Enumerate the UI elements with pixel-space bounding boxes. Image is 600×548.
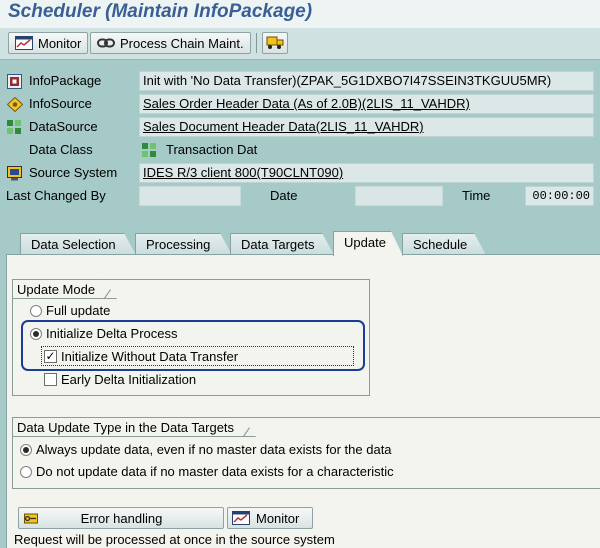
source-system-icon	[7, 166, 22, 184]
highlight-annotation	[21, 320, 365, 371]
tab-processing[interactable]: Processing	[135, 233, 232, 255]
infopackage-label: InfoPackage	[29, 73, 102, 88]
early-delta-checkbox[interactable]	[44, 373, 57, 386]
infopackage-icon	[7, 74, 22, 92]
infosource-row: InfoSource Sales Order Header Data (As o…	[0, 94, 600, 114]
early-delta-option[interactable]: Early Delta Initialization	[44, 372, 196, 387]
transport-button[interactable]	[262, 32, 288, 54]
always-update-option[interactable]: Always update data, even if no master da…	[20, 442, 392, 457]
process-chain-button-label: Process Chain Maint.	[120, 35, 244, 51]
datasource-row: DataSource Sales Document Header Data(2L…	[0, 117, 600, 137]
source-system-label: Source System	[29, 165, 118, 180]
monitor-button[interactable]: Monitor	[8, 32, 89, 54]
last-changed-by-value	[139, 186, 241, 206]
tab-data-selection-label: Data Selection	[31, 237, 116, 252]
tab-schedule-label: Schedule	[413, 237, 468, 252]
tab-data-selection[interactable]: Data Selection	[20, 233, 136, 255]
data-class-icon	[142, 143, 157, 161]
datasource-label: DataSource	[29, 119, 98, 134]
data-class-row: Data Class Transaction Dat	[0, 140, 600, 160]
data-class-label: Data Class	[29, 142, 93, 157]
tab-data-targets[interactable]: Data Targets	[230, 233, 334, 255]
transport-truck-icon	[266, 35, 284, 51]
last-changed-row: Last Changed By Date Time 00:00:00	[0, 186, 600, 206]
full-update-radio[interactable]	[30, 304, 42, 317]
process-chain-button[interactable]: Process Chain Maint.	[90, 32, 251, 54]
bottom-monitor-label: Monitor	[256, 510, 300, 526]
datasource-icon	[7, 120, 22, 138]
infosource-label: InfoSource	[29, 96, 92, 111]
error-handling-button[interactable]: Error handling	[18, 507, 224, 529]
full-update-option[interactable]: Full update	[30, 303, 110, 318]
infosource-icon	[6, 96, 24, 115]
date-value	[355, 186, 443, 206]
time-label: Time	[462, 188, 491, 203]
data-class-value: Transaction Dat	[166, 142, 258, 157]
do-not-update-label: Do not update data if no master data exi…	[36, 464, 394, 479]
datasource-value[interactable]: Sales Document Header Data(2LIS_11_VAHDR…	[139, 117, 594, 137]
infopackage-row: InfoPackage Init with 'No Data Transfer)…	[0, 71, 600, 91]
tab-strip: Data Selection Processing Data Targets U…	[0, 231, 600, 255]
early-delta-label: Early Delta Initialization	[61, 372, 197, 387]
application-toolbar: Monitor Process Chain Maint.	[0, 28, 600, 60]
last-changed-by-label: Last Changed By	[6, 188, 106, 203]
infopackage-value: Init with 'No Data Transfer)(ZPAK_5G1DXB…	[139, 71, 594, 91]
monitor-icon	[232, 511, 250, 525]
source-system-value[interactable]: IDES R/3 client 800(T90CLNT090)	[139, 163, 594, 183]
source-system-row: Source System IDES R/3 client 800(T90CLN…	[0, 163, 600, 183]
tab-update-label: Update	[344, 235, 386, 250]
error-handling-label: Error handling	[80, 510, 163, 526]
always-update-radio[interactable]	[20, 443, 32, 456]
always-update-label: Always update data, even if no master da…	[36, 442, 392, 457]
do-not-update-option[interactable]: Do not update data if no master data exi…	[20, 464, 394, 479]
tab-data-targets-label: Data Targets	[241, 237, 315, 252]
data-update-type-title: Data Update Type in the Data Targets	[12, 417, 256, 437]
bottom-monitor-button[interactable]: Monitor	[227, 507, 313, 529]
window-title: Scheduler (Maintain InfoPackage)	[0, 0, 600, 28]
infosource-value[interactable]: Sales Order Header Data (As of 2.0B)(2LI…	[139, 94, 594, 114]
monitor-icon	[15, 36, 33, 50]
tab-processing-label: Processing	[146, 237, 211, 252]
status-text: Request will be processed at once in the…	[14, 532, 335, 547]
chain-icon	[97, 37, 115, 49]
error-handling-icon	[24, 511, 40, 526]
monitor-button-label: Monitor	[38, 35, 82, 51]
tab-update[interactable]: Update	[333, 231, 403, 256]
time-value: 00:00:00	[525, 186, 594, 206]
toolbar-separator	[256, 33, 257, 53]
tab-schedule[interactable]: Schedule	[402, 233, 486, 255]
update-mode-title: Update Mode	[12, 279, 117, 299]
full-update-label: Full update	[46, 303, 111, 318]
do-not-update-radio[interactable]	[20, 465, 32, 478]
date-label: Date	[270, 188, 298, 203]
